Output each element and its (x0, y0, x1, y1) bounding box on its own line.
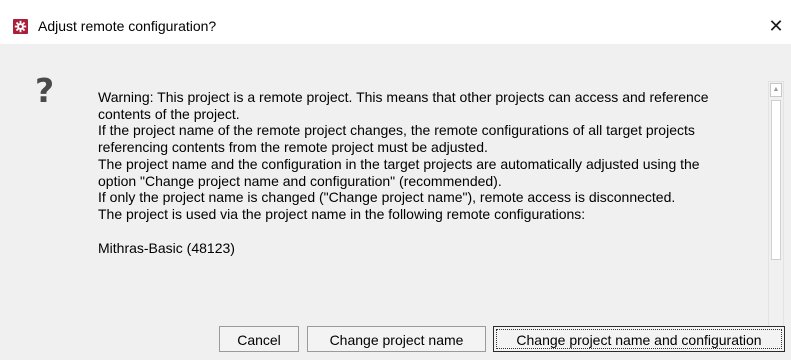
message-line: If only the project name is changed ("Ch… (98, 189, 676, 206)
message-line: contents of the project. (98, 105, 240, 122)
change-name-and-configuration-button[interactable]: Change project name and configuration (493, 326, 785, 352)
message-text: Warning: This project is a remote projec… (98, 89, 763, 256)
scroll-up-arrow-icon[interactable]: ▲ (770, 83, 782, 97)
close-icon[interactable]: ✕ (761, 14, 791, 40)
message-line: referencing contents from the remote pro… (98, 139, 488, 156)
message-line: option "Change project name and configur… (98, 172, 502, 189)
message-line: The project is used via the project name… (98, 205, 586, 222)
scroll-thumb[interactable] (771, 100, 781, 260)
dialog-body: ? Warning: This project is a remote proj… (0, 44, 791, 360)
window-title: Adjust remote configuration? (38, 18, 217, 34)
title-bar: Adjust remote configuration? ✕ (0, 0, 791, 44)
message-line: If the project name of the remote projec… (98, 122, 695, 139)
cancel-button[interactable]: Cancel (219, 326, 299, 352)
message-spacer (98, 223, 763, 240)
message-line: The project name and the configuration i… (98, 155, 700, 172)
remote-config-entry: Mithras-Basic (48123) (98, 239, 235, 256)
message-line: Warning: This project is a remote projec… (98, 89, 709, 105)
vertical-scrollbar[interactable]: ▲ ▼ (768, 81, 784, 346)
question-icon: ? (35, 71, 55, 110)
app-gear-icon (13, 19, 28, 34)
change-project-name-button[interactable]: Change project name (307, 326, 486, 352)
